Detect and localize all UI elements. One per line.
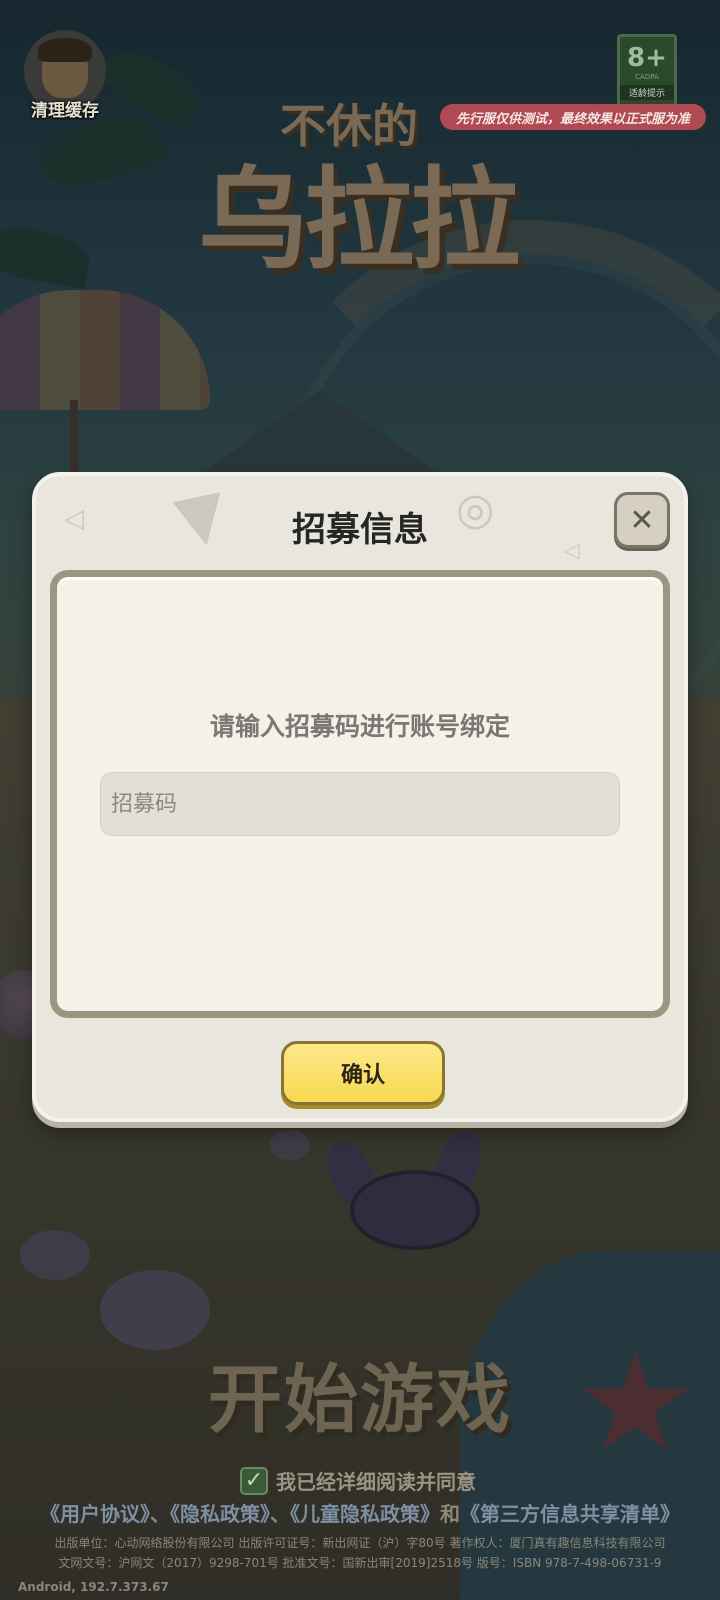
close-icon: ✕	[629, 502, 655, 538]
clear-cache-label[interactable]: 清理缓存	[10, 96, 120, 121]
test-server-banner: 先行服仅供测试，最终效果以正式服为准	[440, 104, 706, 130]
user-agreement-link[interactable]: 《用户协议》	[40, 1502, 150, 1526]
privacy-policy-link[interactable]: 《隐私政策》	[170, 1502, 270, 1526]
recruit-code-input[interactable]	[100, 772, 620, 836]
close-button[interactable]: ✕	[614, 492, 670, 548]
agree-checkbox[interactable]: ✓	[240, 1466, 268, 1495]
confirm-label: 确认	[340, 1063, 385, 1088]
start-game-button[interactable]: 开始游戏	[0, 1340, 720, 1447]
separator: 、	[150, 1502, 170, 1526]
agreement-row[interactable]: ✓ 我已经详细阅读并同意	[240, 1466, 476, 1495]
child-privacy-policy-link[interactable]: 《儿童隐私政策》	[290, 1502, 440, 1526]
separator: 、	[270, 1502, 290, 1526]
policy-links: 《用户协议》、《隐私政策》、《儿童隐私政策》和《第三方信息共享清单》	[0, 1498, 720, 1527]
dialog-prompt: 请输入招募码进行账号绑定	[209, 712, 510, 741]
age-rating-badge: 8+ CADPA 适龄提示	[617, 34, 677, 108]
publisher-info: 出版单位：心动网络股份有限公司 出版许可证号：新出网证（沪）字80号 著作权人：…	[54, 1536, 666, 1550]
age-rating-tip: 适龄提示	[620, 85, 674, 100]
dialog-content-panel: 请输入招募码进行账号绑定	[50, 570, 670, 1018]
version-label: Android, 192.7.373.67	[18, 1580, 169, 1594]
logo-line2: 乌拉拉	[198, 156, 520, 284]
checkmark-icon: ✓	[244, 1468, 264, 1493]
avatar-icon	[38, 38, 92, 98]
agree-text: 我已经详细阅读并同意	[276, 1470, 476, 1494]
age-rating-org: CADPA	[635, 73, 659, 81]
age-rating-number: 8+	[627, 43, 667, 73]
dialog-title: 招募信息	[292, 510, 428, 550]
license-info: 文网文号：沪网文（2017）9298-701号 批准文号：国新出审[2019]2…	[58, 1556, 662, 1570]
recruit-dialog: ◁ ▼ ◎ ◁ 招募信息 ✕ 请输入招募码进行账号绑定 确认	[32, 472, 688, 1122]
confirm-button[interactable]: 确认	[281, 1041, 445, 1105]
conjunction: 和	[440, 1502, 460, 1526]
third-party-sharing-link[interactable]: 《第三方信息共享清单》	[460, 1502, 680, 1526]
